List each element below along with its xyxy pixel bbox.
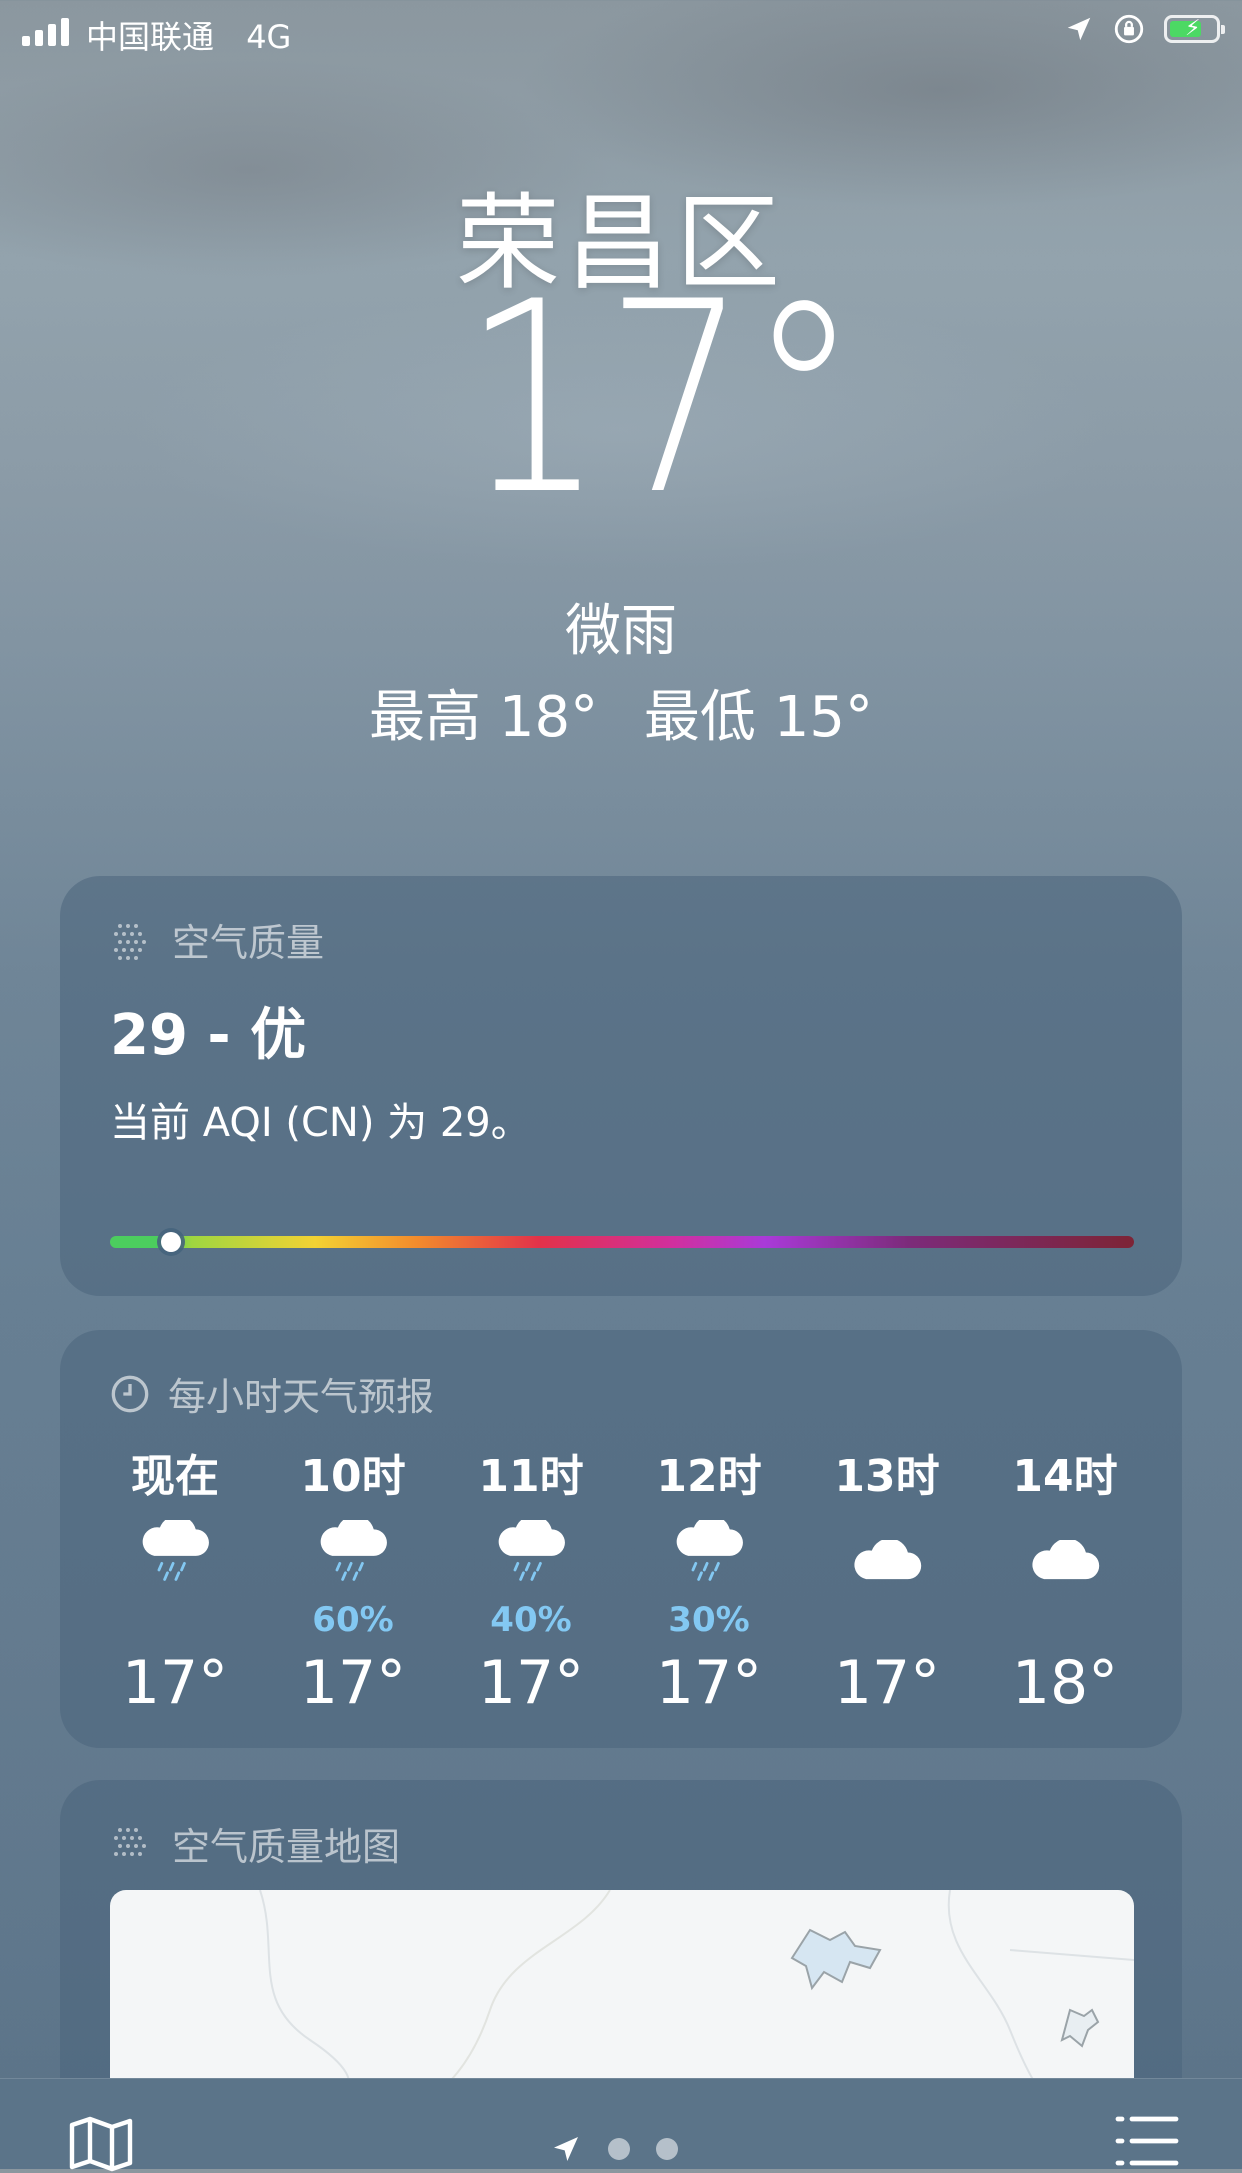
list-icon[interactable] xyxy=(1114,2113,1180,2169)
hour-label: 11时 xyxy=(478,1451,584,1502)
hourly-forecast-card[interactable]: 每小时天气预报 现在 17° 10时 60% 17° 11时 40% 17° 12时 30% 17°… xyxy=(60,1330,1182,1748)
precipitation-chance: 30% xyxy=(668,1600,750,1640)
clock-icon xyxy=(111,1375,149,1412)
cloud-rain-icon xyxy=(100,1515,250,1610)
map-icon[interactable] xyxy=(68,2115,134,2173)
cloud-icon xyxy=(990,1538,1140,1630)
network-type: 4G xyxy=(246,18,292,56)
air-quality-map-card[interactable]: 空气质量地图 xyxy=(60,1780,1182,2120)
location-arrow-icon xyxy=(554,2137,578,2161)
air-quality-header: 空气质量 xyxy=(110,912,324,967)
page-dot xyxy=(656,2138,678,2160)
hourly-item: 11时 40% 17° xyxy=(456,1440,606,1718)
cloud-rain-icon xyxy=(456,1515,606,1610)
status-bar: 中国联通 4G ⚡ xyxy=(0,0,1242,62)
air-quality-map[interactable] xyxy=(110,1890,1134,2090)
carrier-label: 中国联通 4G xyxy=(86,12,291,58)
signal-strength-icon xyxy=(22,18,69,46)
hourly-item: 13时 17° xyxy=(812,1440,962,1718)
hour-label: 10时 xyxy=(300,1451,406,1502)
carrier-name: 中国联通 xyxy=(86,18,215,56)
page-dot xyxy=(608,2138,630,2160)
cloud-rain-icon xyxy=(278,1515,428,1610)
cloud-icon xyxy=(812,1538,962,1630)
air-quality-map-title: 空气质量地图 xyxy=(172,1825,401,1869)
hour-temperature: 17° xyxy=(477,1648,585,1718)
high-temperature: 最高 18° xyxy=(369,685,599,750)
low-temperature: 最低 15° xyxy=(643,685,873,750)
aqi-scale-bar xyxy=(110,1232,1134,1252)
weather-condition: 微雨 xyxy=(565,599,677,664)
air-quality-icon xyxy=(114,923,146,960)
hourly-item: 10时 60% 17° xyxy=(278,1440,428,1718)
map-lines xyxy=(259,1890,1134,2090)
hourly-item: 14时 18° xyxy=(990,1440,1140,1718)
hour-temperature: 17° xyxy=(299,1648,407,1718)
high-low-temperature: 最高 18° 最低 15° xyxy=(0,672,1242,753)
hour-label: 13时 xyxy=(834,1451,940,1502)
current-temperature: 17° xyxy=(462,246,860,553)
hour-temperature: 17° xyxy=(833,1648,941,1718)
hourly-item: 12时 30% 17° xyxy=(634,1440,784,1718)
page-indicator[interactable] xyxy=(550,2133,678,2165)
air-quality-card[interactable]: 空气质量 29 - 优 当前 AQI (CN) 为 29。 xyxy=(60,876,1182,1296)
aqi-value: 29 - 优 xyxy=(110,1003,307,1068)
bottom-toolbar xyxy=(0,2078,1242,2172)
hour-temperature: 17° xyxy=(121,1648,229,1718)
hour-temperature: 18° xyxy=(1011,1648,1119,1718)
hourly-item: 现在 17° xyxy=(100,1440,250,1718)
aqi-description: 当前 AQI (CN) 为 29。 xyxy=(110,1100,531,1146)
hour-label: 12时 xyxy=(656,1451,762,1502)
battery-icon: ⚡ xyxy=(1164,15,1225,43)
hourly-forecast-header: 每小时天气预报 xyxy=(110,1366,434,1421)
orientation-lock-icon xyxy=(1114,14,1144,44)
air-quality-map-header: 空气质量地图 xyxy=(110,1816,400,1871)
hourly-forecast-title: 每小时天气预报 xyxy=(168,1375,435,1419)
precipitation-chance: 40% xyxy=(490,1600,572,1640)
hour-label: 14时 xyxy=(1012,1451,1118,1502)
hourly-list[interactable]: 现在 17° 10时 60% 17° 11时 40% 17° 12时 30% 17° 13时 17° 14… xyxy=(100,1440,1140,1718)
aqi-indicator xyxy=(161,1232,182,1252)
location-arrow-icon xyxy=(1067,17,1091,41)
hour-label: 现在 xyxy=(131,1451,219,1502)
cloud-rain-icon xyxy=(634,1515,784,1610)
precipitation-chance: 60% xyxy=(312,1600,394,1640)
air-quality-title: 空气质量 xyxy=(172,921,325,965)
air-quality-icon xyxy=(114,1827,146,1856)
hour-temperature: 17° xyxy=(655,1648,763,1718)
